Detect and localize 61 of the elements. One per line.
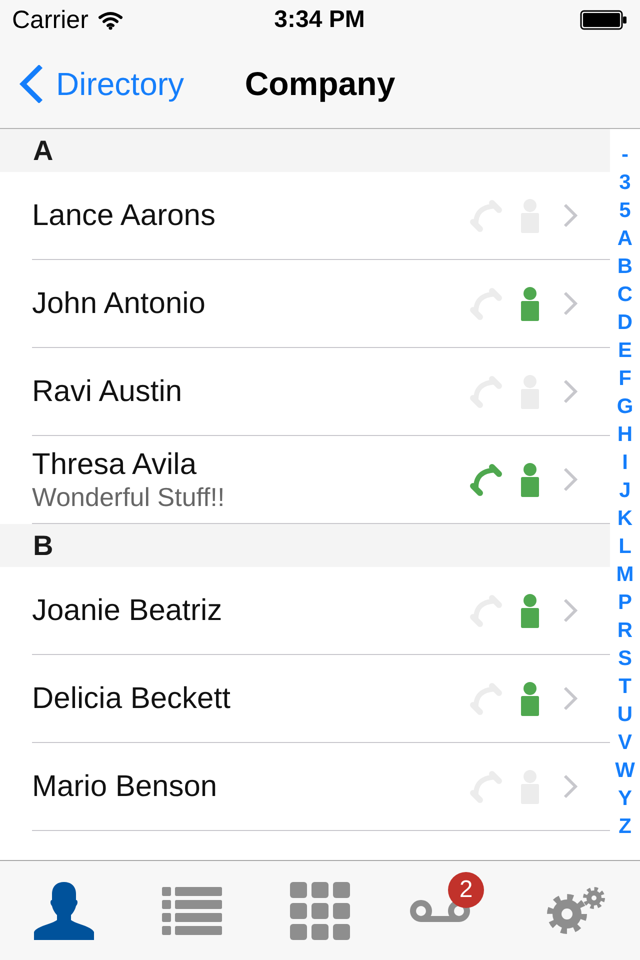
contact-row[interactable]: Lance Aarons (32, 172, 610, 260)
index-letter[interactable]: F (618, 365, 632, 393)
contact-row[interactable]: John Antonio (32, 260, 610, 348)
index-letter[interactable]: I (622, 449, 628, 477)
index-letter[interactable]: - (622, 141, 628, 169)
wifi-icon (98, 10, 124, 30)
section-header: B (0, 524, 610, 567)
index-letter[interactable]: J (619, 477, 631, 505)
index-letter[interactable]: 5 (619, 197, 631, 225)
index-letter[interactable]: A (617, 225, 633, 253)
index-letter[interactable]: P (618, 589, 632, 617)
contact-name: Mario Benson (32, 770, 218, 804)
index-letter[interactable]: S (618, 645, 632, 673)
index-letter[interactable]: K (617, 505, 633, 533)
index-letter[interactable]: 3 (619, 169, 631, 197)
contact-name: John Antonio (32, 286, 206, 320)
back-button[interactable]: Directory (0, 65, 184, 103)
chevron-icon (563, 467, 578, 492)
index-letter[interactable]: R (617, 617, 633, 645)
contact-name: Lance Aarons (32, 198, 216, 232)
index-letter[interactable]: G (616, 393, 634, 421)
nav-title: Company (244, 65, 396, 103)
section-header: A (0, 129, 610, 172)
voicemail-tab[interactable]: 2 (384, 861, 512, 960)
index-letter[interactable]: Z (618, 813, 632, 841)
index-letter[interactable]: E (618, 337, 632, 365)
chevron-icon (563, 203, 578, 228)
index-letter[interactable]: C (617, 281, 633, 309)
person-silhouette-icon (34, 882, 94, 940)
contact-status: Wonderful Stuff!! (32, 482, 226, 512)
chevron-icon (563, 379, 578, 404)
contact-name: Joanie Beatriz (32, 594, 224, 628)
index-letter[interactable]: M (616, 561, 634, 589)
contact-row[interactable]: Delicia Beckett (32, 655, 610, 743)
contact-name: Ravi Austin (32, 374, 184, 408)
index-letter[interactable]: W (615, 757, 635, 785)
index-letter[interactable]: D (617, 309, 633, 337)
contact-row[interactable]: Ravi Austin (32, 348, 610, 436)
contact-name: Thresa Avila (32, 448, 198, 482)
chevron-icon (563, 686, 578, 711)
settings-icon (546, 886, 606, 935)
chevron-icon (563, 774, 578, 799)
keypad-icon (290, 882, 350, 940)
contact-name: Delicia Beckett (32, 682, 232, 716)
battery-icon (580, 10, 627, 30)
index-letter[interactable]: V (618, 729, 632, 757)
contact-row[interactable]: Mario Benson (32, 743, 610, 831)
index-letter[interactable]: Y (618, 785, 632, 813)
status-time: 3:34 PM (274, 6, 365, 34)
unread-count-badge: 2 (448, 872, 484, 908)
chevron-icon (563, 291, 578, 316)
index-letter[interactable]: H (617, 421, 633, 449)
carrier-name: Carrier (12, 6, 88, 34)
index-letter[interactable]: U (617, 701, 633, 729)
index-letter[interactable]: T (618, 673, 632, 701)
chevron-icon (563, 598, 578, 623)
back-chevron-icon (17, 65, 43, 103)
contact-row[interactable]: Joanie Beatriz (32, 567, 610, 655)
index-letter[interactable]: L (618, 533, 632, 561)
index-letter[interactable]: B (617, 253, 633, 281)
list-icon (162, 886, 222, 934)
